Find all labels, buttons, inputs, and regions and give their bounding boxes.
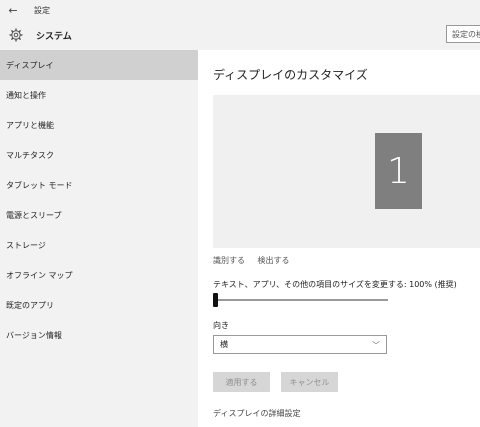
back-arrow-icon: ← bbox=[8, 3, 18, 17]
display-preview: 1 bbox=[213, 95, 480, 248]
orientation-value: 横 bbox=[220, 340, 228, 349]
sidebar-item-offline-maps[interactable]: オフライン マップ bbox=[0, 260, 198, 290]
sidebar-item-multitasking[interactable]: マルチタスク bbox=[0, 140, 198, 170]
section-title: システム bbox=[36, 31, 72, 42]
scale-slider[interactable] bbox=[213, 293, 388, 307]
orientation-label: 向き bbox=[213, 321, 229, 330]
orientation-select[interactable]: 横 ﹀ bbox=[213, 335, 387, 354]
sidebar-item-storage[interactable]: ストレージ bbox=[0, 230, 198, 260]
scale-label: テキスト、アプリ、その他の項目のサイズを変更する: 100% (推奨) bbox=[213, 280, 457, 289]
sidebar-item-tablet-mode[interactable]: タブレット モード bbox=[0, 170, 198, 200]
main-content: ディスプレイのカスタマイズ 1 識別する 検出する テキスト、アプリ、その他の項… bbox=[198, 50, 480, 427]
apply-button[interactable]: 適用する bbox=[213, 372, 270, 392]
advanced-display-settings-link[interactable]: ディスプレイの詳細設定 bbox=[213, 408, 300, 419]
search-input[interactable]: 設定の検 bbox=[446, 25, 480, 43]
sidebar-item-label: 通知と操作 bbox=[6, 90, 46, 100]
sidebar: ディスプレイ 通知と操作 アプリと機能 マルチタスク タブレット モード 電源と… bbox=[0, 50, 198, 427]
slider-thumb[interactable] bbox=[213, 293, 218, 307]
page-title: ディスプレイのカスタマイズ bbox=[213, 68, 368, 82]
sidebar-item-label: タブレット モード bbox=[6, 180, 73, 190]
sidebar-item-apps[interactable]: アプリと機能 bbox=[0, 110, 198, 140]
sidebar-item-about[interactable]: バージョン情報 bbox=[0, 320, 198, 350]
chevron-down-icon: ﹀ bbox=[372, 341, 380, 350]
sidebar-item-notifications[interactable]: 通知と操作 bbox=[0, 80, 198, 110]
sidebar-item-label: ストレージ bbox=[6, 240, 46, 250]
cancel-button[interactable]: キャンセル bbox=[281, 372, 338, 392]
sidebar-item-label: アプリと機能 bbox=[6, 120, 54, 130]
gear-icon bbox=[8, 27, 24, 43]
detect-link[interactable]: 検出する bbox=[258, 256, 290, 265]
title-bar: ← 設定 bbox=[0, 0, 480, 20]
sidebar-item-label: マルチタスク bbox=[6, 150, 54, 160]
sidebar-item-default-apps[interactable]: 既定のアプリ bbox=[0, 290, 198, 320]
window-title: 設定 bbox=[34, 5, 50, 15]
sidebar-item-label: 既定のアプリ bbox=[6, 300, 54, 310]
identify-link[interactable]: 識別する bbox=[213, 256, 245, 265]
sidebar-item-label: 電源とスリープ bbox=[6, 210, 62, 220]
sidebar-item-display[interactable]: ディスプレイ bbox=[0, 50, 198, 80]
display-links: 識別する 検出する bbox=[213, 255, 300, 266]
back-button[interactable]: ← bbox=[2, 0, 24, 20]
monitor-tile[interactable]: 1 bbox=[375, 133, 422, 209]
header: システム 設定の検 bbox=[0, 20, 480, 50]
sidebar-item-power-sleep[interactable]: 電源とスリープ bbox=[0, 200, 198, 230]
sidebar-item-label: オフライン マップ bbox=[6, 270, 73, 280]
sidebar-item-label: バージョン情報 bbox=[6, 330, 62, 340]
sidebar-item-label: ディスプレイ bbox=[6, 60, 54, 70]
slider-track bbox=[213, 299, 388, 301]
